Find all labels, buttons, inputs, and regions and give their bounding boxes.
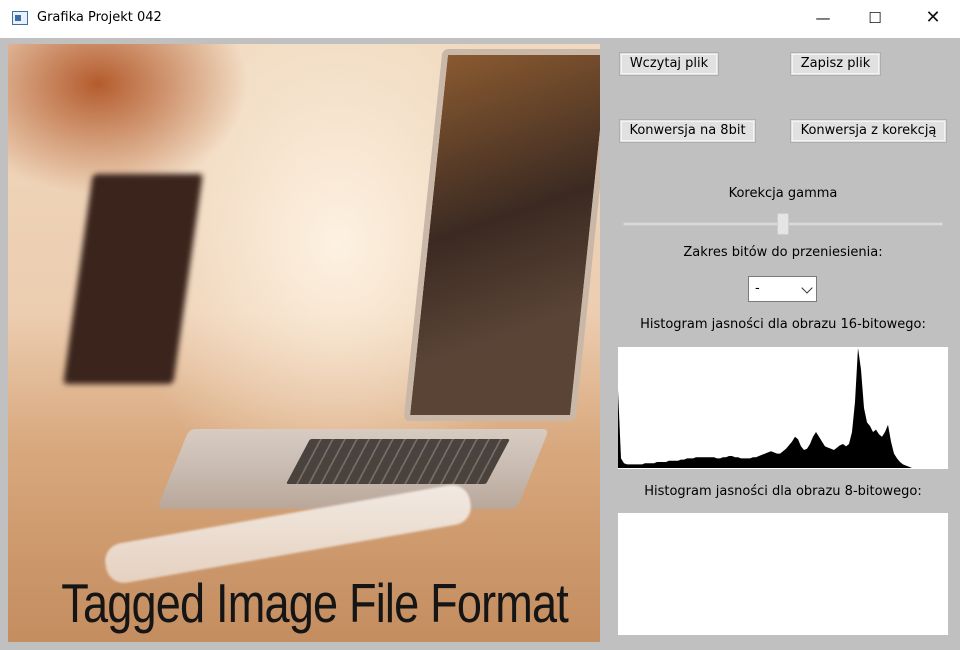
background-laptop-screen bbox=[63, 174, 203, 384]
save-file-button[interactable]: Zapisz plik bbox=[790, 52, 881, 76]
histogram-8bit-label: Histogram jasności dla obrazu 8-bitowego… bbox=[644, 484, 922, 499]
convert-8bit-button[interactable]: Konwersja na 8bit bbox=[619, 119, 756, 143]
app-icon bbox=[12, 11, 28, 25]
image-preview: Tagged Image File Format bbox=[8, 44, 600, 642]
maximize-button[interactable]: ☐ bbox=[852, 0, 898, 38]
histogram-16bit-area bbox=[618, 348, 918, 468]
gamma-label: Korekcja gamma bbox=[728, 186, 838, 201]
convert-correction-button[interactable]: Konwersja z korekcją bbox=[790, 119, 947, 143]
histogram-16bit-plot bbox=[618, 348, 918, 468]
laptop-screen bbox=[403, 49, 600, 421]
histogram-16bit bbox=[618, 347, 948, 469]
title-bar: Grafika Projekt 042 — ☐ ✕ bbox=[0, 0, 960, 38]
bit-range-selected-value: - bbox=[755, 281, 760, 296]
load-file-button[interactable]: Wczytaj plik bbox=[619, 52, 719, 76]
window-title: Grafika Projekt 042 bbox=[37, 10, 162, 25]
histogram-16bit-label: Histogram jasności dla obrazu 16-bitoweg… bbox=[640, 317, 926, 332]
histogram-8bit bbox=[618, 513, 948, 635]
gamma-slider-thumb[interactable] bbox=[777, 213, 789, 235]
bit-range-label: Zakres bitów do przeniesienia: bbox=[683, 245, 883, 260]
image-caption: Tagged Image File Format bbox=[61, 572, 569, 634]
minimize-button[interactable]: — bbox=[800, 0, 846, 38]
bit-range-select[interactable]: - bbox=[748, 276, 817, 302]
chevron-down-icon bbox=[801, 282, 813, 294]
close-button[interactable]: ✕ bbox=[910, 0, 956, 38]
